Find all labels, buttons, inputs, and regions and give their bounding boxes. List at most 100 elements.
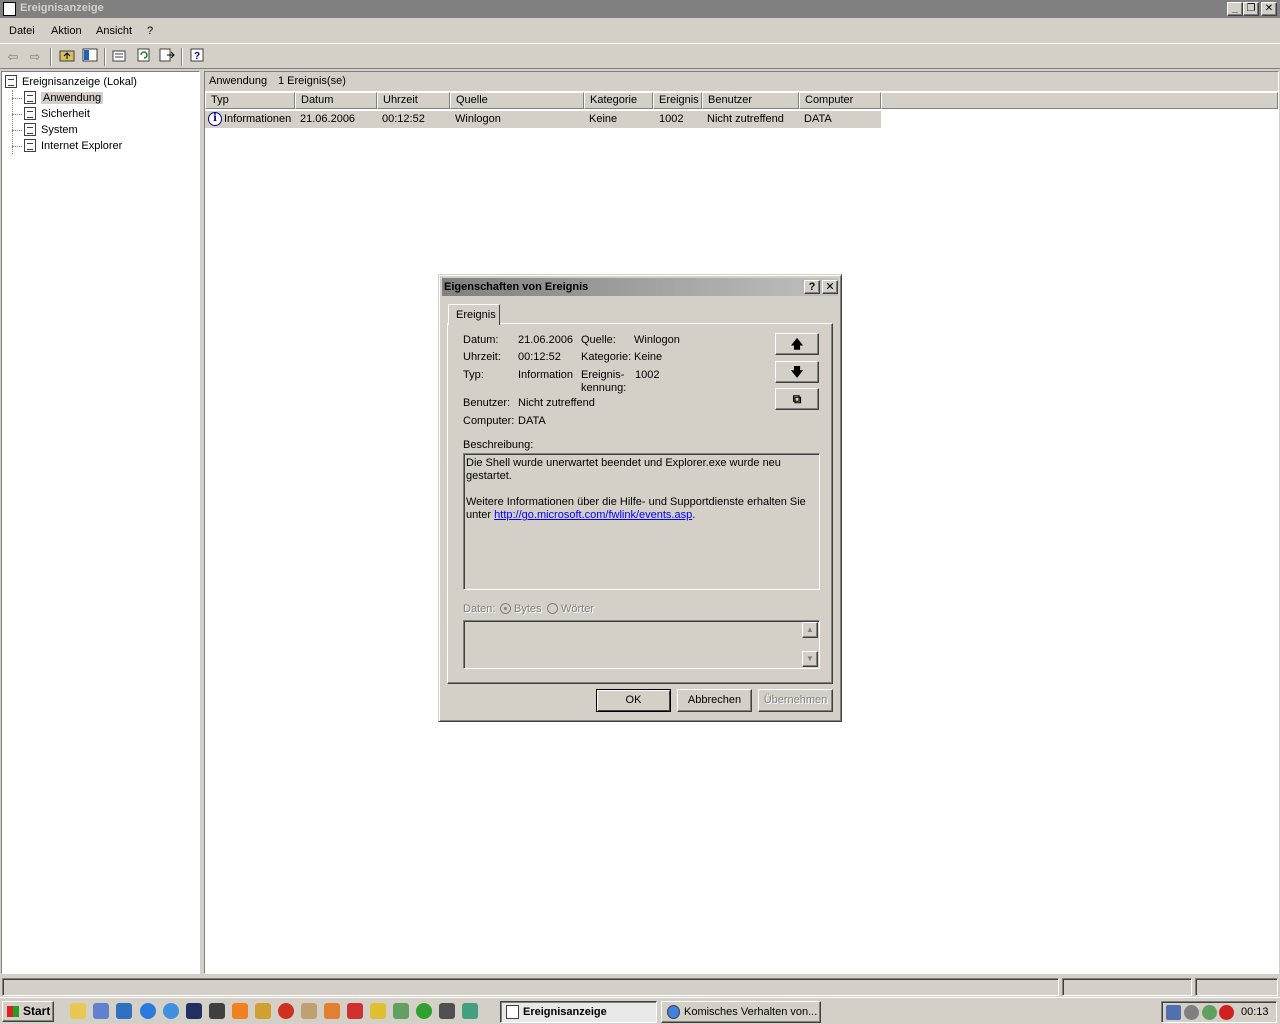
tab-panel: Datum: 21.06.2006 Quelle: Winlogon Uhrze… [447,323,833,684]
col-datum[interactable]: Datum [295,92,377,109]
dialog-help-button[interactable]: ? [804,280,820,294]
uhrzeit-label: Uhrzeit: [463,351,501,363]
previous-event-button[interactable]: 🡅 [775,333,819,355]
arrow-up-icon: 🡅 [790,337,804,351]
quelle-label: Quelle: [581,334,616,346]
task-ereignisanzeige[interactable]: Ereignisanzeige [500,1001,657,1023]
toolbar-separator [104,48,106,66]
quicklaunch-search-icon[interactable] [163,1003,179,1019]
kategorie-label: Kategorie: [581,351,632,363]
dialog-titlebar: Eigenschaften von Ereignis ? ✕ [442,278,838,296]
quicklaunch-tools-icon[interactable] [370,1003,386,1019]
copy-button[interactable]: ⧉ [775,388,819,410]
window-title: Ereignisanzeige [20,2,104,14]
tree-item-label: Anwendung [41,92,104,104]
col-filler [881,92,1278,109]
log-icon [24,107,36,120]
datum-label: Datum: [463,334,499,346]
properties-icon[interactable] [111,48,129,66]
description-line-3-prefix: unter [466,509,495,521]
forward-arrow-icon[interactable]: ⇨ [26,48,44,66]
tree-item-internet-explorer[interactable]: Internet Explorer [24,138,122,154]
menu-ansicht[interactable]: Ansicht [96,25,132,37]
tray-app-icon[interactable] [1202,1005,1217,1020]
description-link[interactable]: http://go.microsoft.com/fwlink/events.as… [494,509,692,521]
col-typ[interactable]: Typ [205,92,295,109]
quicklaunch-pencil-icon[interactable] [255,1003,271,1019]
task-browser[interactable]: Komisches Verhalten von... [661,1001,821,1023]
network-icon[interactable] [1166,1005,1181,1020]
col-ereignis[interactable]: Ereignis [653,92,702,109]
minimize-button[interactable]: _ [1227,2,1243,16]
col-uhrzeit[interactable]: Uhrzeit [377,92,450,109]
col-computer[interactable]: Computer [799,92,881,109]
description-line-1: Die Shell wurde unerwartet beendet und E… [466,457,781,482]
col-quelle[interactable]: Quelle [450,92,584,109]
quicklaunch-cat-icon[interactable] [209,1003,225,1019]
tree-root[interactable]: Ereignisanzeige (Lokal) [5,74,137,90]
tree-item-system[interactable]: System [24,122,78,138]
quicklaunch-ie-icon[interactable] [140,1003,156,1019]
up-folder-icon[interactable] [58,48,76,66]
data-textbox[interactable]: ▲ ▼ [463,620,820,669]
tab-ereignis[interactable]: Ereignis [448,304,500,325]
scroll-down-button[interactable]: ▼ [802,651,818,667]
event-viewer-icon [3,2,16,16]
radio-bytes[interactable]: Bytes [500,603,542,615]
restore-button[interactable]: ❐ [1243,2,1259,16]
show-tree-icon[interactable] [81,48,99,66]
help-icon[interactable]: ? [189,48,207,66]
back-arrow-icon[interactable]: ⇦ [4,48,22,66]
radio-woerter-label: Wörter [561,603,594,615]
quicklaunch-desktop-icon[interactable] [93,1003,109,1019]
export-list-icon[interactable] [158,48,176,66]
table-row[interactable]: i Informationen 21.06.2006 00:12:52 Winl… [205,111,881,128]
description-textbox[interactable]: Die Shell wurde unerwartet beendet und E… [463,453,820,590]
quicklaunch-firefox-icon[interactable] [324,1003,340,1019]
event-properties-dialog: Eigenschaften von Ereignis ? ✕ Ereignis … [438,274,842,722]
ereignis-value: 1002 [635,369,660,381]
quicklaunch-monitor-icon[interactable] [439,1003,455,1019]
ereignis-label-1: Ereignis- [581,369,625,381]
menu-aktion[interactable]: Aktion [51,25,82,37]
col-benutzer[interactable]: Benutzer [702,92,799,109]
apply-button[interactable]: Übernehmen [758,689,833,712]
tree-item-label: Sicherheit [41,108,90,120]
quicklaunch-explorer-icon[interactable] [70,1003,86,1019]
quicklaunch-fox-icon[interactable] [347,1003,363,1019]
close-button[interactable]: ✕ [1261,2,1277,16]
ereignis-label-2: kennung: [581,382,627,394]
start-label: Start [23,1004,51,1018]
window-titlebar: Ereignisanzeige _ ❐ ✕ [0,0,1280,18]
tree-item-anwendung[interactable]: Anwendung [24,90,104,106]
radio-woerter[interactable]: Wörter [547,603,594,615]
col-kategorie[interactable]: Kategorie [584,92,653,109]
next-event-button[interactable]: 🡇 [775,361,819,383]
volume-icon[interactable] [1184,1005,1199,1020]
quicklaunch-eye-icon[interactable] [462,1003,478,1019]
quicklaunch-vlc-icon[interactable] [232,1003,248,1019]
scroll-up-button[interactable]: ▲ [802,622,818,638]
status-panel [2,978,1059,996]
quicklaunch-app-icon[interactable] [393,1003,409,1019]
status-panel [1195,978,1278,996]
quicklaunch-media-icon[interactable] [186,1003,202,1019]
cancel-button[interactable]: Abbrechen [677,689,752,712]
start-button[interactable]: Start [2,1001,54,1022]
quicklaunch-box-icon[interactable] [301,1003,317,1019]
antivirus-icon[interactable] [1219,1005,1234,1020]
uhrzeit-value: 00:12:52 [518,351,561,363]
refresh-icon[interactable] [135,48,153,66]
menu-bar: Datei Aktion Ansicht ? [0,20,1280,42]
menu-help[interactable]: ? [147,25,153,37]
tree-item-sicherheit[interactable]: Sicherheit [24,106,90,122]
ok-button[interactable]: OK [596,689,671,712]
quicklaunch-mail-icon[interactable] [116,1003,132,1019]
dialog-close-button[interactable]: ✕ [822,280,838,294]
quicklaunch-icq-icon[interactable] [416,1003,432,1019]
radio-bytes-label: Bytes [514,603,542,615]
quicklaunch-media2-icon[interactable] [278,1003,294,1019]
cell-datum: 21.06.2006 [300,113,356,125]
task-label: Komisches Verhalten von... [684,1006,818,1018]
menu-datei[interactable]: Datei [9,25,35,37]
